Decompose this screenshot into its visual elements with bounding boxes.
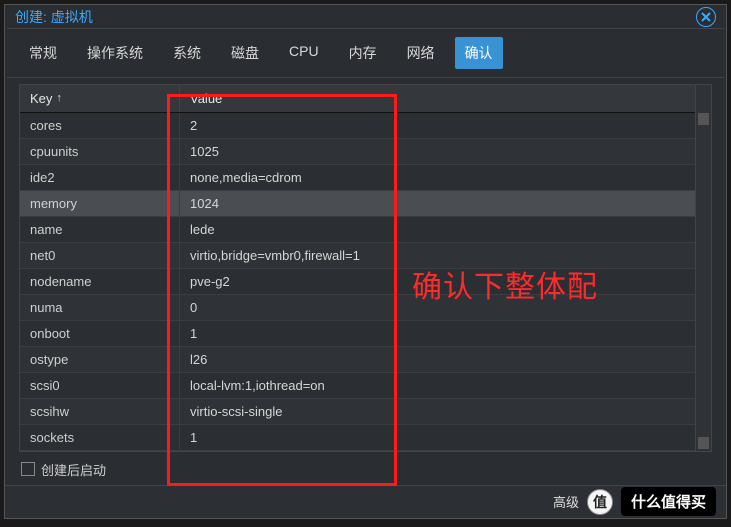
start-after-create-checkbox[interactable] [21,462,35,476]
cell-value: virtio-scsi-single [180,399,695,424]
dialog-footer: 高级 值 什么值得买 [5,485,726,518]
cell-value: local-lvm:1,iothread=on [180,373,695,398]
table-row[interactable]: numa0 [20,295,695,321]
tab-1[interactable]: 操作系统 [77,37,153,69]
column-header-value[interactable]: Value [180,85,695,112]
tab-7[interactable]: 确认 [455,37,503,69]
table-row[interactable]: net0virtio,bridge=vmbr0,firewall=1 [20,243,695,269]
scrollbar-thumb[interactable] [698,113,709,125]
brand-badge-icon: 值 [587,489,613,515]
tab-2[interactable]: 系统 [163,37,211,69]
table-header: Key ↑ Value [20,85,695,113]
cell-key: nodename [20,269,180,294]
tab-5[interactable]: 内存 [339,37,387,69]
vertical-scrollbar[interactable] [695,85,711,451]
cell-value: 0 [180,295,695,320]
cell-key: scsi0 [20,373,180,398]
cell-key: net0 [20,243,180,268]
options-row: 创建后启动 [19,452,712,485]
cell-key: sockets [20,425,180,450]
cell-key: onboot [20,321,180,346]
table-row[interactable]: scsi0local-lvm:1,iothread=on [20,373,695,399]
start-after-create-label: 创建后启动 [41,460,106,479]
table-body: cores2cpuunits1025ide2none,media=cdromme… [20,113,695,451]
cell-key: scsihw [20,399,180,424]
tab-6[interactable]: 网络 [397,37,445,69]
cell-key: ide2 [20,165,180,190]
cell-key: name [20,217,180,242]
brand-text: 什么值得买 [631,491,706,512]
tab-0[interactable]: 常规 [19,37,67,69]
table-row[interactable]: ide2none,media=cdrom [20,165,695,191]
tab-3[interactable]: 磁盘 [221,37,269,69]
advanced-label[interactable]: 高级 [553,492,579,511]
table-row[interactable]: namelede [20,217,695,243]
summary-table: Key ↑ Value cores2cpuunits1025ide2none,m… [19,84,712,452]
cell-value: l26 [180,347,695,372]
cell-value: 1024 [180,191,695,216]
cell-value: 1 [180,321,695,346]
scrollbar-thumb[interactable] [698,437,709,449]
dialog-window: 创建: 虚拟机 常规操作系统系统磁盘 CPU 内存网络确认 Key ↑ Value … [4,4,727,519]
cell-key: numa [20,295,180,320]
column-header-key[interactable]: Key ↑ [20,85,180,112]
dialog-title: 创建: 虚拟机 [15,7,93,27]
column-header-key-label: Key [30,91,52,106]
table-row[interactable]: cores2 [20,113,695,139]
cell-value: 2 [180,113,695,138]
brand-pill: 什么值得买 [621,487,716,516]
table-row[interactable]: memory1024 [20,191,695,217]
cell-value: virtio,bridge=vmbr0,firewall=1 [180,243,695,268]
close-icon [701,12,711,22]
sort-ascending-icon: ↑ [56,92,62,104]
table-row[interactable]: nodenamepve-g2 [20,269,695,295]
cell-key: ostype [20,347,180,372]
table-row[interactable]: onboot1 [20,321,695,347]
cell-key: memory [20,191,180,216]
title-bar: 创建: 虚拟机 [5,5,726,28]
close-button[interactable] [696,7,716,27]
table-inner: Key ↑ Value cores2cpuunits1025ide2none,m… [20,85,695,451]
content-area: Key ↑ Value cores2cpuunits1025ide2none,m… [5,78,726,485]
cell-value: 1025 [180,139,695,164]
cell-key: cpuunits [20,139,180,164]
table-row[interactable]: ostypel26 [20,347,695,373]
cell-value: 1 [180,425,695,450]
tab-bar: 常规操作系统系统磁盘 CPU 内存网络确认 [5,29,726,77]
tab-4[interactable]: CPU [279,37,329,69]
table-row[interactable]: scsihwvirtio-scsi-single [20,399,695,425]
cell-key: cores [20,113,180,138]
table-row[interactable]: cpuunits1025 [20,139,695,165]
cell-value: none,media=cdrom [180,165,695,190]
cell-value: lede [180,217,695,242]
table-row[interactable]: sockets1 [20,425,695,451]
column-header-value-label: Value [190,91,222,106]
cell-value: pve-g2 [180,269,695,294]
